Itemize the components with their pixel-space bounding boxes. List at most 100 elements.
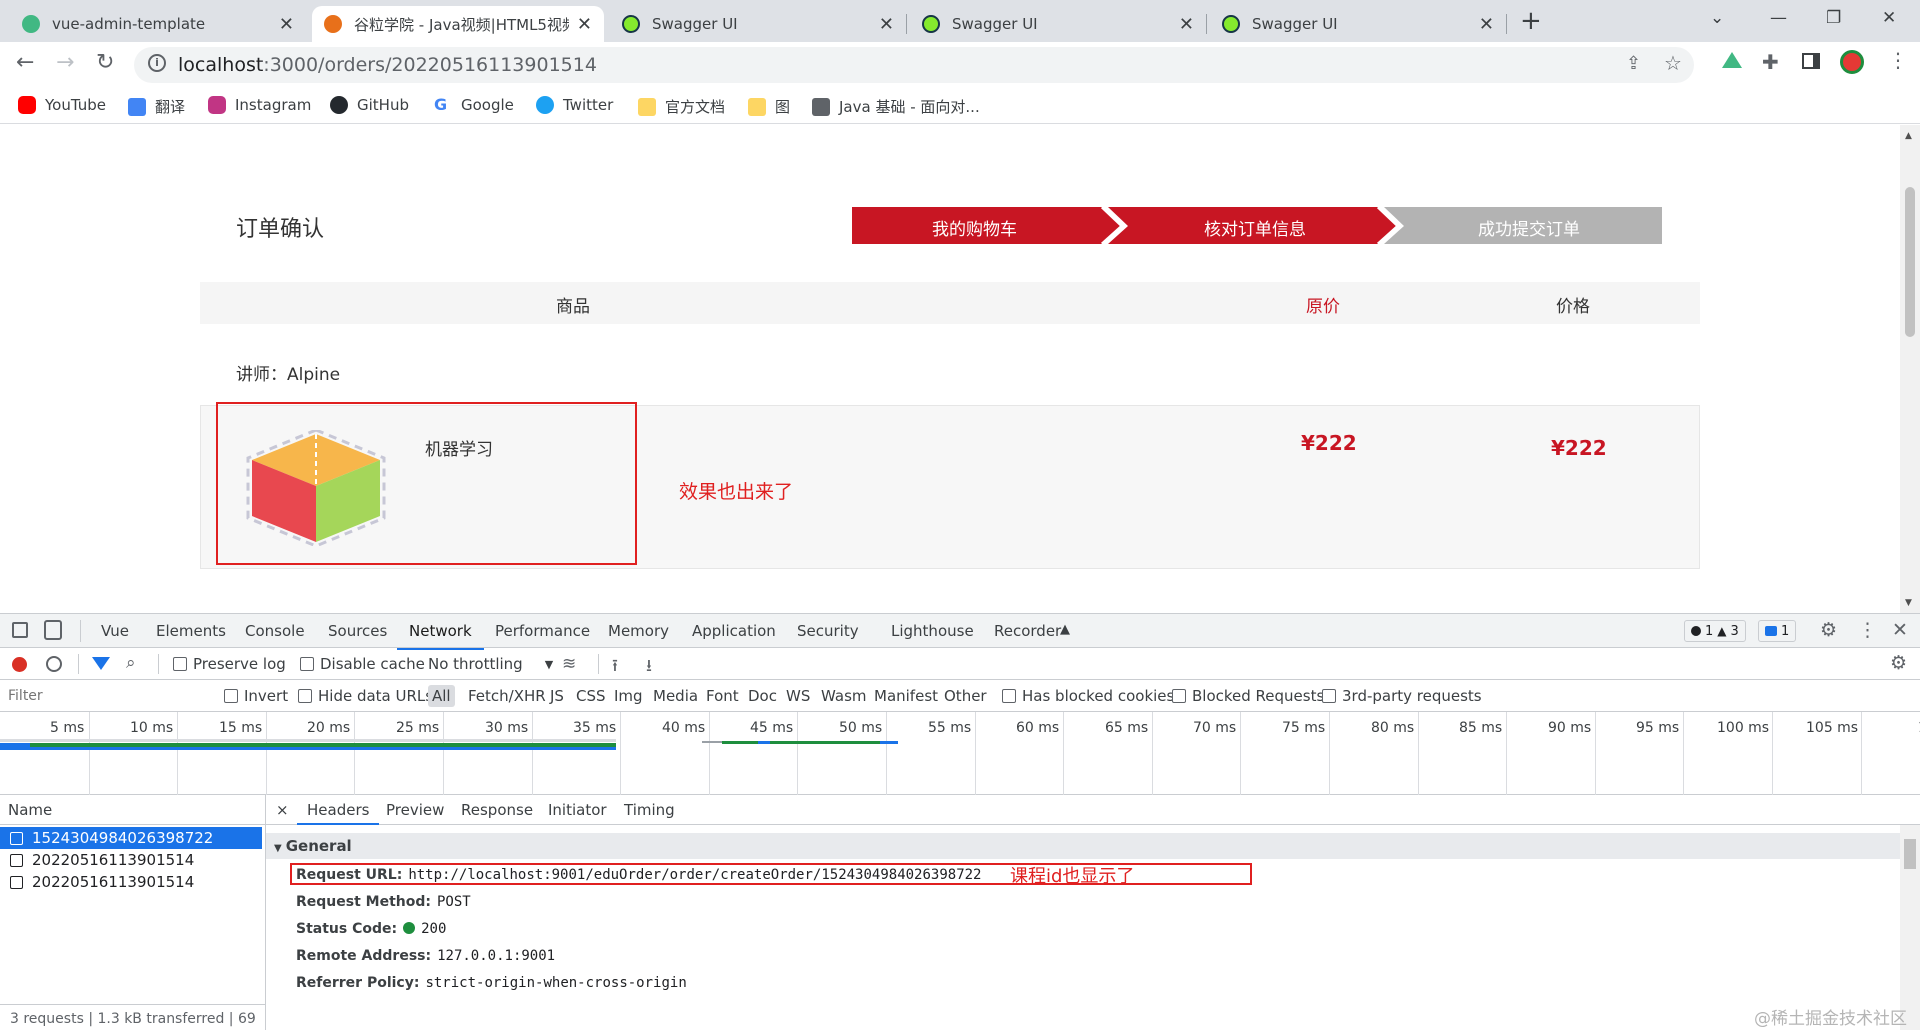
close-devtools-icon[interactable]: ✕: [1892, 619, 1908, 641]
detail-tab-timing[interactable]: Timing: [624, 801, 675, 819]
close-window-icon[interactable]: ✕: [1882, 8, 1896, 28]
back-arrow-icon[interactable]: ←: [16, 50, 34, 75]
hide-data-urls-checkbox[interactable]: Hide data URLs: [298, 687, 433, 705]
devtools-tab-network[interactable]: Network: [397, 622, 484, 650]
forward-arrow-icon[interactable]: →: [56, 50, 74, 75]
scrollbar-thumb[interactable]: [1904, 839, 1916, 869]
scroll-down-arrow-icon[interactable]: ▼: [1905, 598, 1912, 608]
tab-vue-admin[interactable]: vue-admin-template ✕: [10, 6, 306, 42]
restore-icon[interactable]: ❐: [1826, 8, 1841, 28]
bookmark-java-basics[interactable]: Java 基础 - 面向对...: [812, 96, 980, 117]
filter-type-js[interactable]: JS: [550, 687, 564, 705]
devtools-tab-lighthouse[interactable]: Lighthouse: [891, 622, 974, 640]
devtools-tab-application[interactable]: Application: [692, 622, 776, 640]
status-code-value[interactable]: 200: [421, 921, 446, 937]
request-row[interactable]: 20220516113901514: [0, 849, 262, 871]
share-icon[interactable]: ⇪: [1626, 53, 1641, 74]
tab-guli-college[interactable]: 谷粒学院 - Java视频|HTML5视频 ✕: [312, 6, 604, 42]
network-conditions-wifi-icon[interactable]: ≋: [562, 654, 576, 674]
filter-type-manifest[interactable]: Manifest: [874, 687, 938, 705]
side-panel-icon[interactable]: [1802, 53, 1820, 69]
bookmark-google[interactable]: G Google: [434, 96, 514, 115]
detail-scrollbar[interactable]: [1900, 825, 1920, 1030]
devtools-tab-recorder[interactable]: Recorder: [994, 622, 1061, 640]
request-method-value[interactable]: POST: [437, 894, 471, 910]
vue-devtools-extension-icon[interactable]: [1722, 52, 1742, 68]
tab-swagger-3[interactable]: Swagger UI ✕: [1210, 6, 1506, 42]
preserve-log-checkbox[interactable]: Preserve log: [173, 655, 286, 673]
scroll-up-arrow-icon[interactable]: ▲: [1905, 131, 1912, 141]
network-overview-timeline[interactable]: 5 ms 10 ms 15 ms 20 ms 25 ms 30 ms 35 ms 40 ms 4…: [0, 712, 1920, 795]
general-section-header[interactable]: ▼ General: [266, 833, 1900, 859]
filter-type-other[interactable]: Other: [944, 687, 987, 705]
clear-icon[interactable]: [46, 656, 62, 672]
bookmark-twitter[interactable]: Twitter: [536, 96, 613, 114]
minimize-icon[interactable]: —: [1770, 8, 1787, 28]
devtools-tab-security[interactable]: Security: [797, 622, 859, 640]
devtools-menu-icon[interactable]: ⋮: [1858, 619, 1877, 641]
filter-type-font[interactable]: Font: [706, 687, 739, 705]
filter-type-wasm[interactable]: Wasm: [821, 687, 867, 705]
settings-gear-icon[interactable]: ⚙: [1820, 619, 1837, 641]
search-icon[interactable]: ⌕: [126, 653, 136, 673]
filter-type-all[interactable]: All: [428, 685, 455, 707]
filter-input[interactable]: [4, 685, 210, 707]
site-info-icon[interactable]: i: [148, 54, 166, 72]
close-tab-icon[interactable]: ✕: [1179, 14, 1194, 35]
checkbox-box[interactable]: [173, 657, 187, 671]
reload-icon[interactable]: ↻: [96, 50, 114, 75]
scrollbar-thumb[interactable]: [1905, 187, 1915, 337]
devtools-tab-elements[interactable]: Elements: [156, 622, 226, 640]
tab-search-icon[interactable]: ⌄: [1710, 8, 1724, 28]
request-row[interactable]: 20220516113901514: [0, 871, 262, 893]
checkbox-box[interactable]: [300, 657, 314, 671]
throttling-select[interactable]: No throttling ▼: [428, 655, 553, 673]
checkbox-box[interactable]: [1172, 689, 1186, 703]
devtools-tab-console[interactable]: Console: [245, 622, 305, 640]
row-checkbox[interactable]: [10, 831, 23, 845]
device-toolbar-icon[interactable]: [44, 620, 62, 640]
devtools-tab-performance[interactable]: Performance: [495, 622, 590, 640]
remote-address-value[interactable]: 127.0.0.1:9001: [437, 948, 555, 964]
tab-swagger-2[interactable]: Swagger UI ✕: [910, 6, 1206, 42]
page-scrollbar[interactable]: ▲ ▼: [1900, 125, 1920, 613]
detail-tab-response[interactable]: Response: [461, 801, 533, 819]
name-column-header[interactable]: Name: [0, 795, 266, 825]
checkbox-box[interactable]: [298, 689, 312, 703]
bookmark-star-icon[interactable]: ☆: [1664, 51, 1682, 75]
chrome-menu-icon[interactable]: ⋮: [1888, 48, 1908, 72]
detail-tab-preview[interactable]: Preview: [386, 801, 444, 819]
third-party-checkbox[interactable]: 3rd-party requests: [1322, 687, 1482, 705]
filter-type-css[interactable]: CSS: [576, 687, 606, 705]
referrer-policy-value[interactable]: strict-origin-when-cross-origin: [425, 975, 686, 991]
devtools-tab-memory[interactable]: Memory: [608, 622, 669, 640]
close-tab-icon[interactable]: ✕: [279, 14, 294, 35]
request-row-selected[interactable]: 1524304984026398722: [0, 827, 262, 849]
checkbox-box[interactable]: [224, 689, 238, 703]
new-tab-button[interactable]: +: [1520, 6, 1542, 36]
bookmark-youtube[interactable]: YouTube: [18, 96, 106, 114]
network-settings-gear-icon[interactable]: ⚙: [1890, 652, 1907, 674]
row-checkbox[interactable]: [10, 853, 23, 867]
disable-cache-checkbox[interactable]: Disable cache: [300, 655, 425, 673]
invert-checkbox[interactable]: Invert: [224, 687, 288, 705]
record-icon[interactable]: [12, 657, 27, 672]
issues-counter[interactable]: 1 ▲ 3: [1684, 620, 1746, 642]
import-har-icon[interactable]: ⭱: [612, 653, 618, 682]
detail-tab-headers[interactable]: Headers: [296, 801, 380, 825]
filter-type-img[interactable]: Img: [614, 687, 643, 705]
bookmark-translate[interactable]: 翻译: [128, 96, 185, 117]
bookmark-github[interactable]: GitHub: [330, 96, 409, 114]
devtools-tab-sources[interactable]: Sources: [328, 622, 387, 640]
close-tab-icon[interactable]: ✕: [879, 14, 894, 35]
checkbox-box[interactable]: [1002, 689, 1016, 703]
devtools-tab-vue[interactable]: Vue: [101, 622, 129, 640]
filter-type-ws[interactable]: WS: [786, 687, 810, 705]
filter-funnel-icon[interactable]: [92, 657, 110, 670]
bookmark-folder-docs[interactable]: 官方文档: [638, 96, 725, 117]
omnibox[interactable]: i localhost:3000/orders/2022051611390151…: [134, 47, 1694, 83]
close-tab-icon[interactable]: ✕: [577, 14, 592, 35]
inspect-element-icon[interactable]: [12, 622, 28, 638]
profile-avatar[interactable]: [1840, 50, 1864, 74]
bookmark-folder-image[interactable]: 图: [748, 96, 790, 117]
